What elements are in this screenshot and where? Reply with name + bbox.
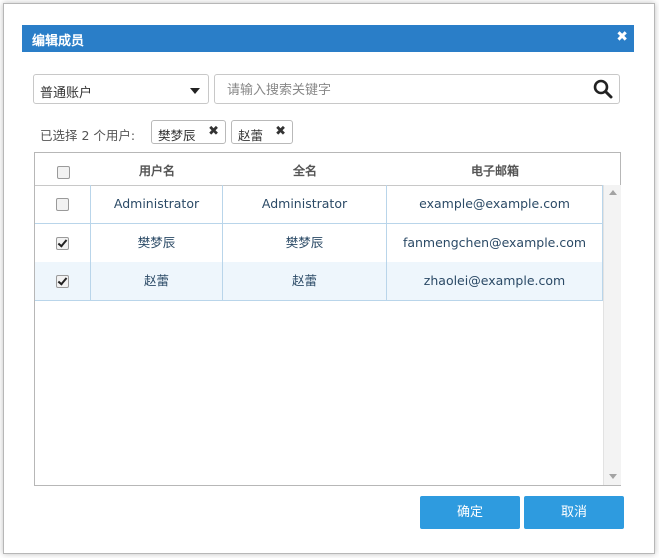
account-type-select[interactable]: 普通账户 (33, 74, 209, 104)
table-row[interactable]: 赵蕾 赵蕾 zhaolei@example.com (35, 262, 603, 301)
dialog-titlebar: 编辑成员 ✖ (22, 25, 634, 52)
cell-fullname: 赵蕾 (223, 262, 387, 300)
ok-button[interactable]: 确定 (420, 496, 520, 529)
table-row[interactable]: 樊梦辰 樊梦辰 fanmengchen@example.com (35, 224, 603, 263)
tag-label: 樊梦辰 (158, 128, 196, 143)
cell-email: fanmengchen@example.com (387, 224, 603, 262)
chevron-down-icon (190, 88, 200, 94)
cell-username: Administrator (91, 185, 223, 223)
selected-count-label: 已选择 2 个用户: (40, 128, 136, 143)
close-icon[interactable]: ✖ (616, 29, 628, 45)
header-fullname: 全名 (292, 164, 317, 178)
table-header: 用户名 全名 电子邮箱 (35, 153, 620, 186)
vertical-scrollbar[interactable] (603, 185, 621, 485)
row-checkbox[interactable] (35, 224, 91, 262)
tag-label: 赵蕾 (238, 128, 264, 143)
dialog-title: 编辑成员 (32, 34, 85, 49)
header-username: 用户名 (138, 164, 175, 178)
select-all-checkbox[interactable] (57, 162, 70, 181)
user-table: 用户名 全名 电子邮箱 Administrator Administrator … (34, 152, 621, 486)
search-box (214, 74, 620, 104)
cell-email: example@example.com (387, 185, 603, 223)
cell-username: 赵蕾 (91, 262, 223, 300)
header-email: 电子邮箱 (470, 164, 519, 178)
cell-username: 樊梦辰 (91, 224, 223, 262)
cell-email: zhaolei@example.com (387, 262, 603, 300)
row-checkbox[interactable] (35, 185, 91, 223)
search-input[interactable] (225, 79, 579, 101)
selected-user-tag: 樊梦辰 ✖ (151, 120, 226, 144)
scroll-down-icon[interactable] (609, 474, 617, 479)
cell-fullname: 樊梦辰 (223, 224, 387, 262)
cell-fullname: Administrator (223, 185, 387, 223)
selected-user-tag: 赵蕾 ✖ (231, 120, 293, 144)
table-row[interactable]: Administrator Administrator example@exam… (35, 185, 603, 224)
cancel-button[interactable]: 取消 (524, 496, 624, 529)
remove-tag-icon[interactable]: ✖ (275, 124, 286, 139)
account-type-value: 普通账户 (40, 86, 93, 101)
row-checkbox[interactable] (35, 262, 91, 300)
remove-tag-icon[interactable]: ✖ (208, 124, 219, 139)
search-icon[interactable] (593, 79, 613, 99)
scroll-up-icon[interactable] (609, 190, 617, 195)
